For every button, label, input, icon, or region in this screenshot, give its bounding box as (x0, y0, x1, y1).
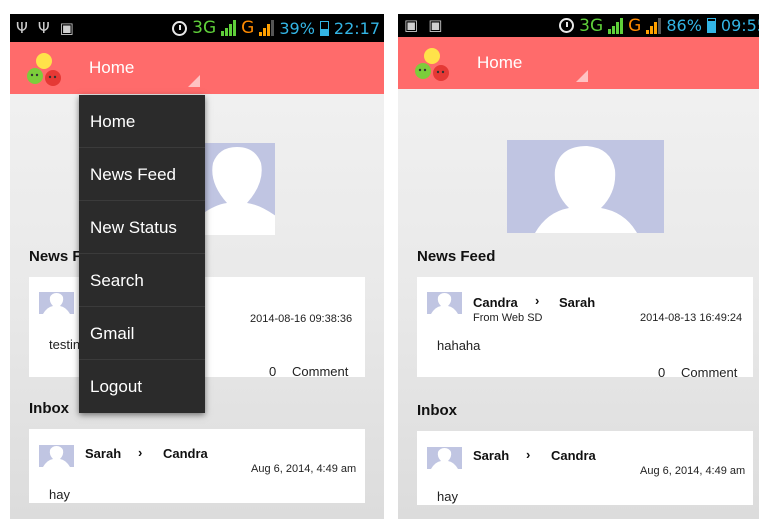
profile-picture[interactable] (507, 140, 664, 233)
news-feed-post[interactable]: Candra › Sarah From Web SD 2014-08-13 16… (417, 277, 753, 380)
comment-count: 0 (658, 365, 666, 380)
news-feed-heading: News F (29, 248, 82, 265)
status-bar: Ψ Ψ ▣ 3G G 39% 22:17 (10, 14, 384, 42)
chevron-right-icon: › (526, 447, 531, 462)
alarm-icon (172, 20, 188, 36)
action-bar: Home (398, 37, 759, 89)
post-timestamp: 2014-08-16 09:38:36 (250, 313, 353, 325)
navigation-dropdown-menu: Home News Feed New Status Search Gmail L… (79, 95, 205, 413)
signal-icon (646, 17, 662, 34)
comment-count: 0 (269, 364, 277, 379)
message-text: hay (49, 487, 70, 502)
chat-icon: ▣ (59, 19, 74, 37)
recipient-name: Candra (163, 446, 208, 461)
post-timestamp: 2014-08-13 16:49:24 (640, 312, 743, 324)
person-placeholder-icon (427, 292, 462, 314)
post-source: From Web SD (473, 312, 543, 324)
inbox-message[interactable]: Sarah › Candra Aug 6, 2014, 4:49 am hay (417, 431, 753, 505)
post-text: hahaha (437, 338, 481, 353)
clock: 09:55 (720, 16, 759, 35)
comment-button[interactable]: Comment (681, 365, 737, 380)
comment-button[interactable]: Comment (292, 364, 348, 379)
battery-percent: 86% (666, 16, 702, 35)
inbox-message[interactable]: Sarah › Candra Aug 6, 2014, 4:49 am hay (29, 429, 365, 503)
signal-icon (221, 20, 237, 36)
network-g: G (241, 18, 255, 38)
news-feed-heading: News Feed (417, 248, 496, 265)
person-placeholder-icon (39, 292, 74, 314)
message-timestamp: Aug 6, 2014, 4:49 am (640, 465, 746, 477)
person-placeholder-icon (201, 147, 275, 235)
menu-item-new-status[interactable]: New Status (79, 201, 205, 254)
chevron-right-icon: › (535, 293, 540, 308)
app-title-spinner[interactable]: Home (89, 42, 134, 94)
spinner-indicator-icon[interactable] (576, 70, 588, 82)
spinner-indicator-icon[interactable] (188, 75, 200, 87)
battery-icon (706, 18, 716, 33)
app-logo-icon (415, 48, 449, 81)
battery-icon (319, 20, 329, 36)
network-type: 3G (192, 18, 217, 38)
recipient-name: Sarah (559, 295, 596, 310)
usb-icon: Ψ (37, 19, 50, 37)
chevron-right-icon: › (138, 445, 143, 460)
network-type: 3G (579, 15, 604, 36)
clock: 22:17 (333, 18, 380, 38)
inbox-heading: Inbox (29, 400, 69, 417)
chat-icon: ▣ (428, 16, 443, 34)
menu-item-home[interactable]: Home (79, 95, 205, 148)
battery-percent: 39% (279, 18, 315, 38)
sender-name: Sarah (473, 448, 510, 463)
recipient-name: Candra (551, 448, 596, 463)
person-placeholder-icon (427, 447, 462, 469)
right-screen: ▣ ▣ 3G G 86% 09:55 Home News Feed (398, 14, 759, 519)
usb-icon: Ψ (16, 19, 28, 37)
person-placeholder-icon (39, 445, 74, 467)
menu-item-gmail[interactable]: Gmail (79, 307, 205, 360)
left-screen: Ψ Ψ ▣ 3G G 39% 22:17 Home News F 2014-08… (10, 14, 384, 519)
inbox-heading: Inbox (417, 402, 457, 419)
profile-picture[interactable] (201, 143, 275, 235)
sender-name: Sarah (85, 446, 122, 461)
sender-name: Candra (473, 295, 518, 310)
menu-item-search[interactable]: Search (79, 254, 205, 307)
action-bar: Home (10, 42, 384, 94)
app-title-spinner[interactable]: Home (477, 37, 522, 89)
network-g: G (628, 15, 642, 36)
message-text: hay (437, 489, 458, 504)
message-timestamp: Aug 6, 2014, 4:49 am (251, 463, 357, 475)
menu-item-logout[interactable]: Logout (79, 360, 205, 413)
alarm-icon (559, 18, 575, 33)
signal-icon (608, 17, 624, 34)
post-text: testin (49, 337, 81, 352)
signal-icon (259, 20, 275, 36)
status-bar: ▣ ▣ 3G G 86% 09:55 (398, 14, 759, 37)
menu-item-news-feed[interactable]: News Feed (79, 148, 205, 201)
chat-icon: ▣ (404, 16, 419, 34)
person-placeholder-icon (535, 146, 637, 233)
app-logo-icon (27, 53, 61, 86)
